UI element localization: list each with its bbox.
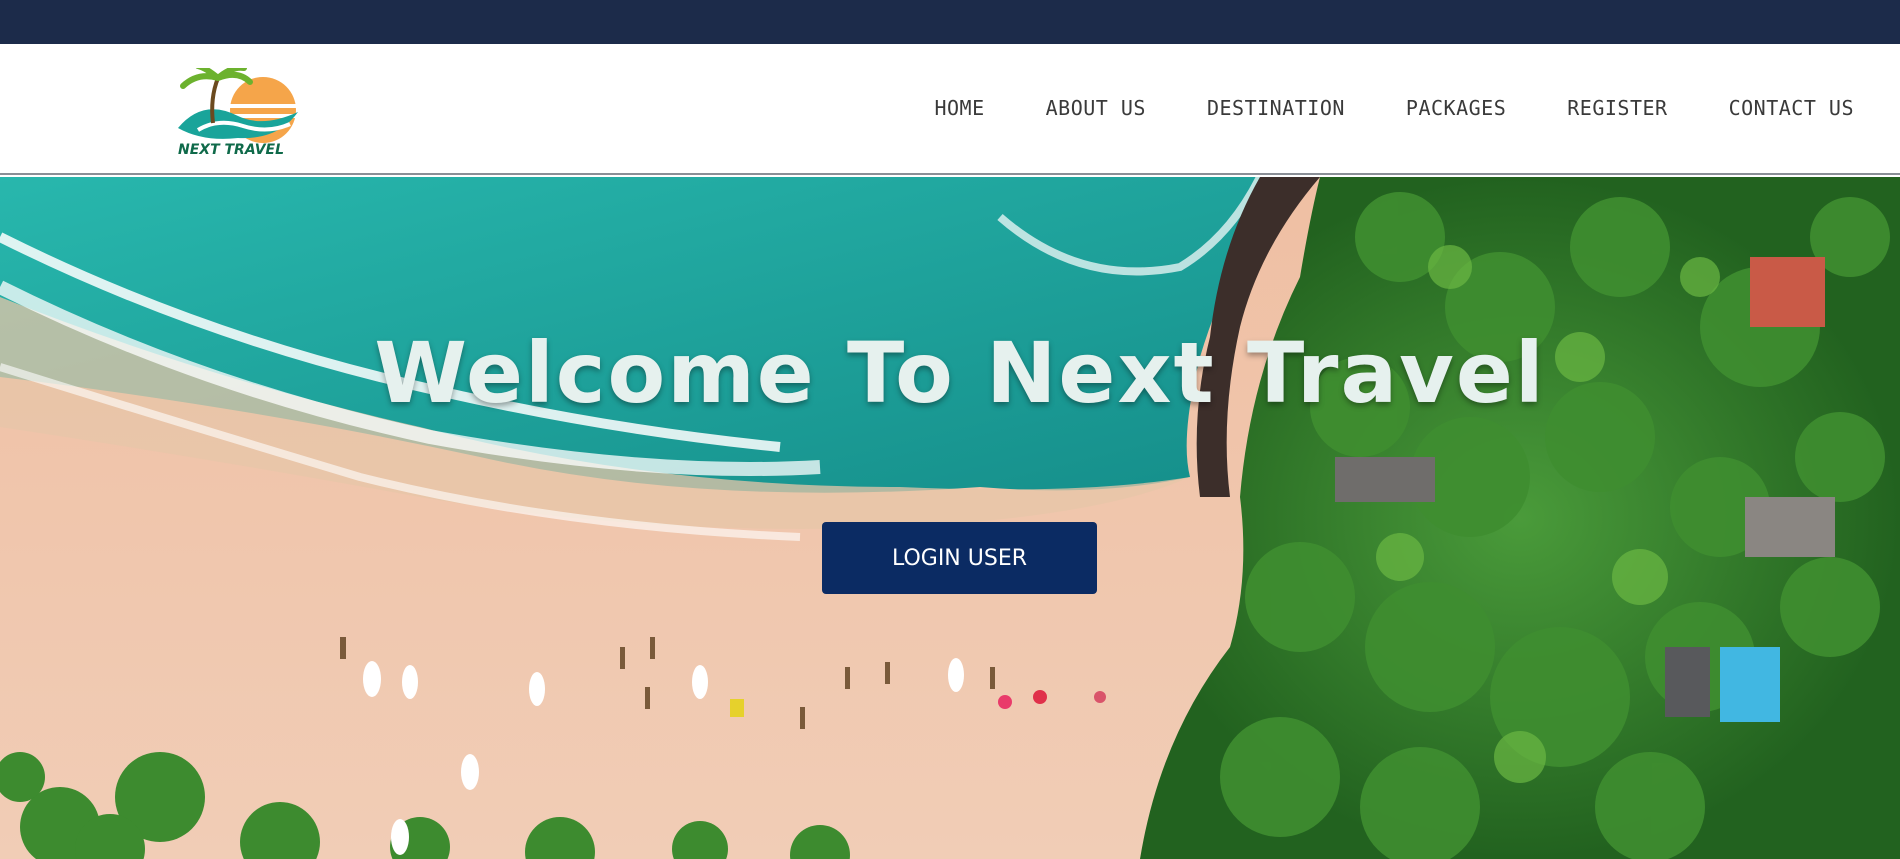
logo-text: NEXT TRAVEL [178, 142, 284, 156]
nav-contact-us[interactable]: CONTACT US [1729, 96, 1854, 120]
header-navbar: NEXT TRAVEL HOME ABOUT US DESTINATION PA… [0, 44, 1900, 175]
hero-background-image [0, 177, 1900, 859]
logo-icon: NEXT TRAVEL [178, 68, 308, 156]
nav-destination[interactable]: DESTINATION [1207, 96, 1345, 120]
login-user-button[interactable]: LOGIN USER [822, 522, 1097, 594]
main-nav: HOME ABOUT US DESTINATION PACKAGES REGIS… [873, 96, 1854, 120]
nav-packages[interactable]: PACKAGES [1406, 96, 1506, 120]
nav-register[interactable]: REGISTER [1567, 96, 1667, 120]
nav-home[interactable]: HOME [934, 96, 984, 120]
hero-section: Welcome To Next Travel LOGIN USER [0, 177, 1900, 859]
top-bar [0, 0, 1900, 44]
nav-about-us[interactable]: ABOUT US [1046, 96, 1146, 120]
site-logo[interactable]: NEXT TRAVEL [158, 68, 308, 156]
hero-title: Welcome To Next Travel [374, 324, 1546, 422]
